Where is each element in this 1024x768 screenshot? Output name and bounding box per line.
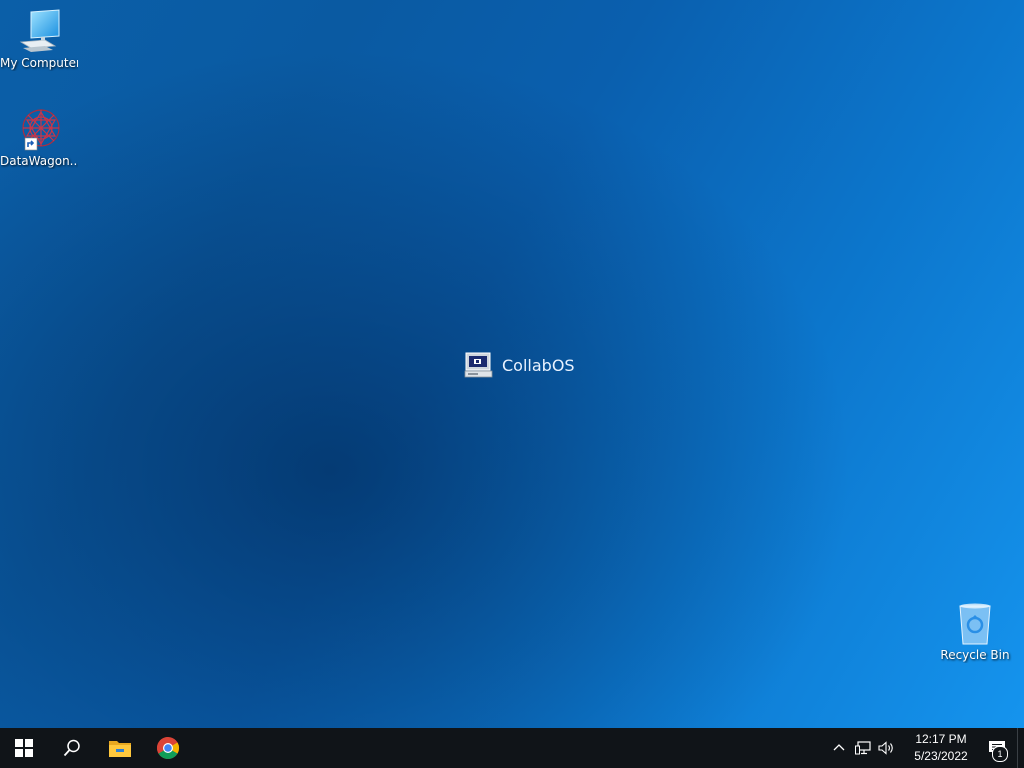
desktop-icon-label: My Computer: [0, 56, 78, 70]
show-hidden-icons-button[interactable]: [827, 728, 851, 768]
clock-time: 12:17 PM: [915, 732, 967, 746]
desktop-icon-label: Recycle Bin: [940, 648, 1010, 662]
notification-count-badge: 1: [992, 746, 1008, 762]
network-button[interactable]: [851, 728, 875, 768]
taskbar-chrome[interactable]: [144, 728, 192, 768]
volume-icon: [878, 741, 893, 755]
desktop-icon-label: DataWagon...: [0, 154, 78, 168]
taskbar: 12:17 PM 5/23/2022 1: [0, 728, 1024, 768]
recycle-bin-icon: [959, 603, 991, 645]
collabos-label: CollabOS: [502, 355, 575, 375]
folder-icon: [109, 741, 131, 757]
show-desktop-button[interactable]: [1017, 728, 1024, 768]
network-icon: [855, 741, 871, 755]
clock[interactable]: 12:17 PM 5/23/2022: [905, 728, 977, 768]
start-button[interactable]: [0, 728, 48, 768]
chevron-up-icon: [833, 744, 845, 751]
desktop-icon-datawagon[interactable]: DataWagon...: [0, 106, 78, 169]
computer-icon: [19, 9, 60, 52]
action-center-button[interactable]: 1: [977, 728, 1017, 768]
desktop[interactable]: My Computer DataWagon... CollabOS Recycl…: [0, 0, 1024, 728]
collabos-logo: CollabOS: [464, 350, 575, 380]
volume-button[interactable]: [875, 728, 899, 768]
desktop-icon-my-computer[interactable]: My Computer: [0, 8, 78, 71]
clock-date: 5/23/2022: [914, 749, 968, 763]
windows-start-icon: [15, 739, 33, 757]
search-icon: [63, 739, 80, 757]
taskbar-file-explorer[interactable]: [96, 728, 144, 768]
search-button[interactable]: [48, 728, 96, 768]
desktop-icon-recycle-bin[interactable]: Recycle Bin: [936, 600, 1014, 663]
chrome-icon: [157, 737, 179, 759]
system-tray: 12:17 PM 5/23/2022 1: [827, 728, 1024, 768]
datawagon-icon: [22, 109, 60, 151]
collabos-computer-icon: [464, 352, 493, 378]
